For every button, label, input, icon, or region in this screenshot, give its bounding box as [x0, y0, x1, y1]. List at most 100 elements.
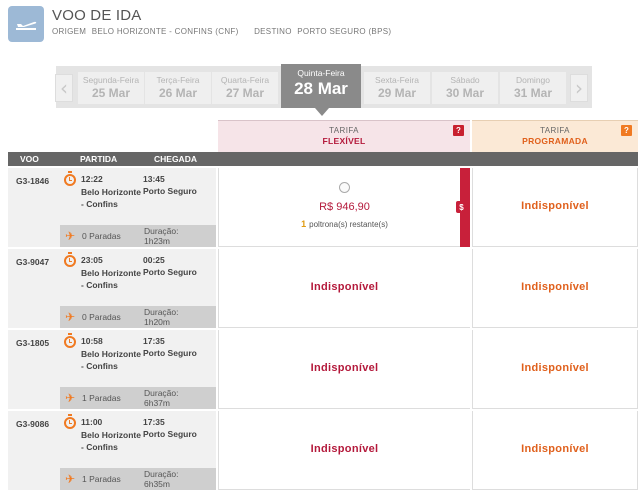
duration-label: Duração:: [144, 307, 179, 317]
fare-cell-programada: Indisponível: [472, 411, 638, 490]
fare-header-programada: TARIFA PROGRAMADA ?: [472, 120, 638, 152]
plane-departure-icon: [8, 6, 44, 42]
date-day: 30 Mar: [445, 86, 485, 100]
stops-count: 0 Paradas: [82, 312, 121, 322]
plane-icon: ✈: [65, 229, 76, 243]
date-option-wednesday[interactable]: Quarta-Feira 27 Mar: [212, 72, 278, 104]
clock-icon: [64, 336, 76, 348]
date-day: 26 Mar: [158, 86, 198, 100]
arrival-city: Porto Seguro: [143, 267, 197, 277]
departure-time: 10:58: [81, 336, 103, 346]
plane-icon: ✈: [65, 310, 76, 324]
duration-value: 1h23m: [144, 236, 170, 246]
fare-cell-flexivel[interactable]: R$ 946,90 1 poltrona(s) restante(s): [218, 168, 470, 247]
flight-info: G3-1846 12:22 Belo Horizonte - Confins 1…: [8, 168, 216, 247]
plane-icon: ✈: [65, 391, 76, 405]
duration-label: Duração:: [144, 469, 179, 479]
fare-price: R$ 946,90: [319, 201, 370, 213]
fare-unavailable: Indisponível: [521, 443, 589, 455]
fare-unavailable: Indisponível: [521, 200, 589, 212]
date-weekday: Terça-Feira: [156, 75, 200, 85]
date-option-monday[interactable]: Segunda-Feira 25 Mar: [78, 72, 144, 104]
date-weekday: Quarta-Feira: [220, 75, 270, 85]
fare-unavailable: Indisponível: [310, 281, 379, 293]
clock-icon: [64, 255, 76, 267]
fare-unavailable: Indisponível: [310, 443, 379, 455]
arrival-city: Porto Seguro: [143, 186, 197, 196]
dollar-icon: $: [456, 201, 467, 213]
arrival-time: 17:35: [143, 417, 165, 427]
column-arrival: CHEGADA: [154, 154, 197, 164]
departure-time: 11:00: [81, 417, 103, 427]
date-option-thursday-selected[interactable]: Quinta-Feira 28 Mar: [281, 64, 361, 108]
fare-radio[interactable]: [339, 182, 350, 193]
seats-text: poltrona(s) restante(s): [309, 220, 388, 229]
fare-label: TARIFA: [540, 126, 570, 135]
duration-label: Duração:: [144, 388, 179, 398]
fare-label: TARIFA: [329, 126, 359, 135]
selected-fare-indicator: $: [456, 168, 470, 247]
date-option-saturday[interactable]: Sábado 30 Mar: [432, 72, 498, 104]
date-weekday: Sábado: [450, 75, 480, 85]
fare-name: FLEXÍVEL: [322, 136, 366, 146]
origin-value: BELO HORIZONTE - CONFINS (CNF): [91, 27, 239, 36]
clock-icon-top: [68, 252, 72, 254]
flight-number: G3-1805: [16, 338, 50, 348]
flight-details-bar[interactable]: ✈ 0 Paradas Duração: 1h20m: [60, 306, 216, 328]
date-weekday: Quinta-Feira: [297, 68, 345, 78]
duration-label: Duração:: [144, 226, 179, 236]
fare-unavailable: Indisponível: [521, 281, 589, 293]
chevron-left-icon[interactable]: ‹: [55, 74, 73, 102]
route-info: ORIGEM BELO HORIZONTE - CONFINS (CNF) DE…: [52, 27, 394, 36]
date-weekday: Segunda-Feira: [82, 75, 140, 85]
date-weekday: Domingo: [515, 75, 551, 85]
date-option-tuesday[interactable]: Terça-Feira 26 Mar: [145, 72, 211, 104]
column-departure: PARTIDA: [80, 154, 118, 164]
flight-row: G3-1805 10:58 Belo Horizonte - Confins 1…: [8, 330, 638, 409]
stops-count: 1 Paradas: [82, 393, 121, 403]
fare-cell-flexivel: Indisponível: [218, 411, 470, 490]
fare-unavailable: Indisponível: [310, 362, 379, 374]
date-option-friday[interactable]: Sexta-Feira 29 Mar: [364, 72, 430, 104]
date-day: 28 Mar: [294, 79, 348, 98]
help-icon[interactable]: ?: [453, 125, 464, 136]
departure-city: Belo Horizonte - Confins: [81, 349, 141, 371]
stops-count: 1 Paradas: [82, 474, 121, 484]
flight-info: G3-9047 23:05 Belo Horizonte - Confins 0…: [8, 249, 216, 328]
dest-value: PORTO SEGURO (BPS): [297, 27, 392, 36]
flight-row: G3-9086 11:00 Belo Horizonte - Confins 1…: [8, 411, 638, 490]
fare-cell-flexivel: Indisponível: [218, 249, 470, 328]
date-day: 29 Mar: [377, 86, 417, 100]
flight-info: G3-1805 10:58 Belo Horizonte - Confins 1…: [8, 330, 216, 409]
column-flight: VOO: [20, 154, 39, 164]
chevron-right-icon[interactable]: ›: [570, 74, 588, 102]
fare-cell-programada: Indisponível: [472, 330, 638, 409]
fare-cell-programada: Indisponível: [472, 168, 638, 247]
flight-number: G3-1846: [16, 176, 50, 186]
plane-icon: ✈: [65, 472, 76, 486]
clock-icon-top: [68, 333, 72, 335]
selected-date-pointer: [315, 108, 329, 116]
duration-value: 6h35m: [144, 479, 170, 489]
seats-count: 1: [301, 219, 307, 229]
departure-city: Belo Horizonte - Confins: [81, 430, 141, 452]
stops-count: 0 Paradas: [82, 231, 121, 241]
departure-city: Belo Horizonte - Confins: [81, 268, 141, 290]
flight-info: G3-9086 11:00 Belo Horizonte - Confins 1…: [8, 411, 216, 490]
flight-row: G3-9047 23:05 Belo Horizonte - Confins 0…: [8, 249, 638, 328]
column-header: VOO PARTIDA CHEGADA: [8, 152, 216, 166]
page-title: VOO DE IDA: [52, 7, 142, 24]
date-day: 27 Mar: [225, 86, 265, 100]
fare-cell-programada: Indisponível: [472, 249, 638, 328]
flight-details-bar[interactable]: ✈ 0 Paradas Duração: 1h23m: [60, 225, 216, 247]
date-option-sunday[interactable]: Domingo 31 Mar: [500, 72, 566, 104]
flight-number: G3-9047: [16, 257, 50, 267]
help-icon[interactable]: ?: [621, 125, 632, 136]
flight-details-bar[interactable]: ✈ 1 Paradas Duração: 6h35m: [60, 468, 216, 490]
fare-header-flexivel: TARIFA FLEXÍVEL ?: [218, 120, 470, 152]
fare-unavailable: Indisponível: [521, 362, 589, 374]
flight-details-bar[interactable]: ✈ 1 Paradas Duração: 6h37m: [60, 387, 216, 409]
seats-remaining: 1 poltrona(s) restante(s): [219, 219, 470, 229]
arrival-city: Porto Seguro: [143, 429, 197, 439]
duration-value: 6h37m: [144, 398, 170, 408]
